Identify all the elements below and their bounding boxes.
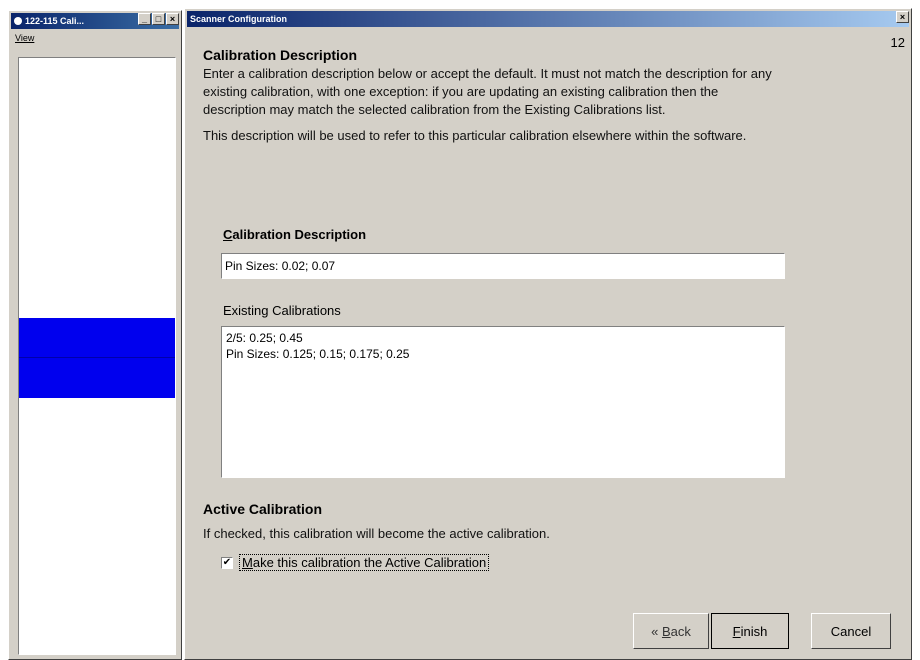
calibration-description-input[interactable] bbox=[221, 253, 785, 279]
active-calibration-checkbox[interactable]: ✔ bbox=[221, 556, 233, 569]
list-item-selected[interactable] bbox=[19, 358, 175, 398]
calibration-description-section: Calibration Description Enter a calibrat… bbox=[203, 47, 783, 145]
list-item-selected[interactable] bbox=[19, 318, 175, 358]
back-mnemonic: B bbox=[661, 623, 671, 639]
calibration-instructions: Enter a calibration description below or… bbox=[203, 66, 772, 117]
checkbox-label-rest: ake this calibration the Active Calibrat… bbox=[252, 555, 487, 570]
dialog-titlebar[interactable]: Scanner Configuration bbox=[187, 11, 909, 27]
scanner-configuration-dialog: Scanner Configuration × 12 Calibration D… bbox=[184, 8, 912, 660]
existing-calibrations-list[interactable]: 2/5: 0.25; 0.45 Pin Sizes: 0.125; 0.15; … bbox=[221, 326, 785, 478]
existing-calibrations-label: Existing Calibrations bbox=[223, 303, 341, 318]
active-calibration-checkbox-label[interactable]: Make this calibration the Active Calibra… bbox=[239, 554, 490, 571]
calibration-usage-note: This description will be used to refer t… bbox=[203, 128, 747, 143]
finish-label-rest: inish bbox=[740, 623, 768, 639]
checkbox-label-mnemonic: M bbox=[242, 555, 253, 570]
active-calibration-description: If checked, this calibration will become… bbox=[203, 526, 550, 541]
list-item[interactable]: 2/5: 0.25; 0.45 bbox=[226, 330, 780, 346]
left-window-title: 122-115 Cali... bbox=[25, 16, 85, 26]
finish-button[interactable]: Finish bbox=[711, 613, 789, 649]
section-title-active-calibration: Active Calibration bbox=[203, 501, 323, 517]
app-icon bbox=[14, 17, 22, 25]
minimize-button[interactable]: _ bbox=[138, 13, 151, 25]
finish-mnemonic: F bbox=[732, 623, 741, 639]
description-field-label-mnemonic: C bbox=[223, 227, 233, 242]
view-menu[interactable]: View bbox=[15, 33, 34, 43]
back-label-rest: ack bbox=[670, 623, 691, 639]
page-number: 12 bbox=[890, 35, 905, 50]
back-button[interactable]: « Back bbox=[633, 613, 709, 649]
cancel-button[interactable]: Cancel bbox=[811, 613, 891, 649]
view-menu-label: View bbox=[15, 33, 35, 43]
description-field-label: Calibration Description bbox=[223, 227, 366, 242]
dialog-title: Scanner Configuration bbox=[190, 14, 288, 24]
left-list-panel[interactable] bbox=[18, 57, 176, 655]
close-left-window-button[interactable]: × bbox=[166, 13, 179, 25]
description-field-label-rest: alibration Description bbox=[232, 227, 367, 242]
close-dialog-button[interactable]: × bbox=[896, 11, 909, 23]
calibration-list-window: 122-115 Cali... _ □ × View bbox=[8, 10, 182, 660]
maximize-button[interactable]: □ bbox=[152, 13, 165, 25]
back-prefix: « bbox=[651, 623, 662, 639]
section-title-calibration-description: Calibration Description bbox=[203, 47, 358, 63]
active-calibration-checkbox-row[interactable]: ✔ Make this calibration the Active Calib… bbox=[221, 554, 490, 571]
list-item[interactable]: Pin Sizes: 0.125; 0.15; 0.175; 0.25 bbox=[226, 346, 780, 362]
